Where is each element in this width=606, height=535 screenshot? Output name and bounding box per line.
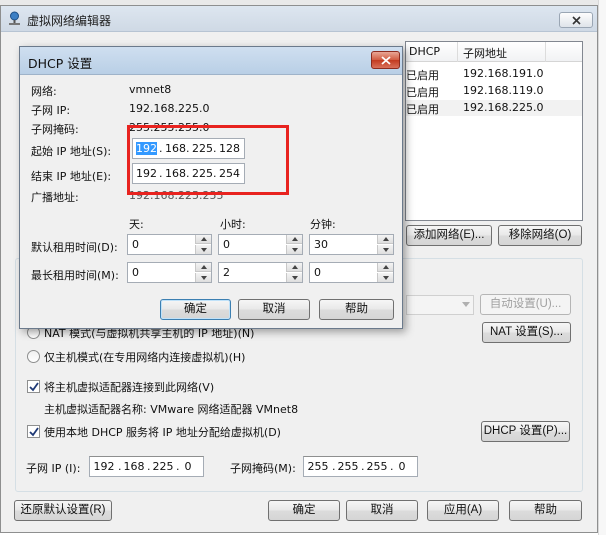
row-subnet: 192.168.119.0 xyxy=(463,84,544,97)
ip-octet: 255 xyxy=(307,460,329,473)
minutes-header: 分钟: xyxy=(310,218,336,231)
row-dhcp: 已启用 xyxy=(406,86,439,99)
connect-adapter-checkbox[interactable] xyxy=(27,380,40,393)
network-list[interactable]: DHCP 子网地址 已启用 192.168.191.0 已启用 192.168.… xyxy=(405,41,583,221)
spin-up-button[interactable] xyxy=(195,263,211,272)
spin-down-button[interactable] xyxy=(377,273,393,282)
close-button[interactable] xyxy=(559,12,593,28)
ip-octet: 255 xyxy=(366,460,388,473)
row-subnet: 192.168.191.0 xyxy=(463,67,544,80)
apply-button[interactable]: 应用(A) xyxy=(427,500,499,521)
add-network-button[interactable]: 添加网络(E)... xyxy=(406,225,492,246)
spin-up-button[interactable] xyxy=(286,235,302,244)
subnet-mask-label: 子网掩码: xyxy=(31,123,79,136)
dialog-cancel-button[interactable]: 取消 xyxy=(238,299,310,320)
subnet-ip-label: 子网 IP: xyxy=(31,104,71,117)
broadcast-label: 广播地址: xyxy=(31,191,79,204)
dialog-title-bar: DHCP 设置 xyxy=(20,47,402,75)
column-subnet[interactable]: 子网地址 xyxy=(463,45,507,61)
dialog-help-button[interactable]: 帮助 xyxy=(319,299,394,320)
host-only-label: 仅主机模式(在专用网络内连接虚拟机)(H) xyxy=(44,351,246,364)
ok-button[interactable]: 确定 xyxy=(268,500,340,521)
start-ip-label: 起始 IP 地址(S): xyxy=(31,145,112,158)
max-lease-label: 最长租用时间(M): xyxy=(31,269,119,282)
row-subnet: 192.168.225.0 xyxy=(463,101,544,114)
network-label: 网络: xyxy=(31,85,57,98)
table-row[interactable]: 已启用 192.168.191.0 xyxy=(406,66,582,82)
dialog-ok-button[interactable]: 确定 xyxy=(160,299,231,320)
default-lease-hours-spinner[interactable]: 0 xyxy=(218,234,303,255)
spin-down-button[interactable] xyxy=(286,245,302,254)
row-dhcp: 已启用 xyxy=(406,103,439,116)
table-row[interactable]: 已启用 192.168.119.0 xyxy=(406,83,582,99)
remove-network-button[interactable]: 移除网络(O) xyxy=(498,225,582,246)
days-header: 天: xyxy=(129,218,144,231)
background-strip-right xyxy=(598,0,606,535)
spin-up-button[interactable] xyxy=(377,263,393,272)
dialog-close-button[interactable] xyxy=(371,51,400,69)
spinner-value: 0 xyxy=(132,238,139,251)
subnet-mask-input[interactable]: 255 . 255 . 255 . 0 xyxy=(303,456,418,477)
network-list-header: DHCP 子网地址 xyxy=(406,42,582,62)
window-title: 虚拟网络编辑器 xyxy=(27,14,112,28)
adapter-name-label: 主机虚拟适配器名称: VMware 网络适配器 VMnet8 xyxy=(44,403,299,416)
help-button[interactable]: 帮助 xyxy=(509,500,582,521)
max-lease-days-spinner[interactable]: 0 xyxy=(127,262,212,283)
subnet-ip-value: 192.168.225.0 xyxy=(129,102,210,115)
ip-octet: 168 xyxy=(123,460,145,473)
cancel-button[interactable]: 取消 xyxy=(346,500,418,521)
dialog-title: DHCP 设置 xyxy=(28,56,93,71)
ip-octet: 0 xyxy=(184,460,192,473)
table-row[interactable]: 已启用 192.168.225.0 xyxy=(406,100,582,116)
row-dhcp: 已启用 xyxy=(406,69,439,82)
nat-settings-button[interactable]: NAT 设置(S)... xyxy=(482,322,571,343)
ip-octet: 255 xyxy=(337,460,359,473)
spinner-value: 0 xyxy=(223,238,230,251)
ip-octet: 0 xyxy=(398,460,406,473)
subnet-ip-input[interactable]: 192 . 168 . 225 . 0 xyxy=(89,456,204,477)
spinner-value: 0 xyxy=(132,266,139,279)
title-bar: 虚拟网络编辑器 xyxy=(1,6,597,32)
network-value: vmnet8 xyxy=(129,83,172,96)
close-icon xyxy=(381,56,391,65)
subnet-mask-label: 子网掩码(M): xyxy=(230,462,296,475)
highlight-annotation xyxy=(127,125,289,195)
restore-defaults-button[interactable]: 还原默认设置(R) xyxy=(14,500,112,521)
auto-settings-button[interactable]: 自动设置(U)... xyxy=(480,294,571,315)
close-icon xyxy=(572,16,581,25)
spin-down-button[interactable] xyxy=(195,273,211,282)
ip-octet: 192 xyxy=(93,460,115,473)
use-dhcp-checkbox[interactable] xyxy=(27,425,40,438)
spin-down-button[interactable] xyxy=(286,273,302,282)
default-lease-label: 默认租用时间(D): xyxy=(31,241,118,254)
use-dhcp-label: 使用本地 DHCP 服务将 IP 地址分配给虚拟机(D) xyxy=(44,426,281,439)
host-only-radio[interactable] xyxy=(27,350,40,363)
spin-up-button[interactable] xyxy=(195,235,211,244)
app-icon xyxy=(9,11,20,25)
bridge-adapter-select[interactable] xyxy=(406,295,474,315)
checkmark-icon xyxy=(29,427,39,437)
spinner-value: 30 xyxy=(314,238,328,251)
column-dhcp[interactable]: DHCP xyxy=(409,45,440,58)
spin-up-button[interactable] xyxy=(377,235,393,244)
spinner-value: 2 xyxy=(223,266,230,279)
spin-down-button[interactable] xyxy=(377,245,393,254)
default-lease-minutes-spinner[interactable]: 30 xyxy=(309,234,394,255)
spin-down-button[interactable] xyxy=(195,245,211,254)
default-lease-days-spinner[interactable]: 0 xyxy=(127,234,212,255)
subnet-ip-label: 子网 IP (I): xyxy=(26,462,81,475)
max-lease-minutes-spinner[interactable]: 0 xyxy=(309,262,394,283)
dhcp-settings-button[interactable]: DHCP 设置(P)... xyxy=(481,421,570,442)
spin-up-button[interactable] xyxy=(286,263,302,272)
hours-header: 小时: xyxy=(220,218,246,231)
ip-octet: 225 xyxy=(152,460,174,473)
connect-adapter-label: 将主机虚拟适配器连接到此网络(V) xyxy=(44,381,215,394)
end-ip-label: 结束 IP 地址(E): xyxy=(31,170,112,183)
max-lease-hours-spinner[interactable]: 2 xyxy=(218,262,303,283)
spinner-value: 0 xyxy=(314,266,321,279)
checkmark-icon xyxy=(29,382,39,392)
dropdown-arrow-icon xyxy=(462,302,470,307)
